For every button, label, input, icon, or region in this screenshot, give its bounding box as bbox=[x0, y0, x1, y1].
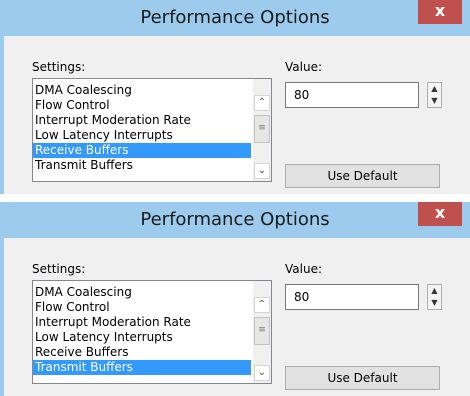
use-default-button[interactable]: Use Default bbox=[285, 164, 440, 188]
list-item[interactable]: Low Latency Interrupts bbox=[33, 330, 251, 345]
value-spinner[interactable]: ▲ ▼ bbox=[427, 284, 442, 310]
list-item-selected[interactable]: Transmit Buffers bbox=[33, 360, 251, 375]
value-text: 80 bbox=[294, 88, 310, 102]
scroll-thumb[interactable]: ≡ bbox=[254, 317, 270, 345]
chevron-up-icon: ⌃ bbox=[257, 97, 267, 108]
list-item[interactable]: Interrupt Moderation Rate bbox=[33, 113, 251, 128]
settings-listbox[interactable]: DMA Coalescing Flow Control Interrupt Mo… bbox=[32, 280, 272, 384]
settings-label: Settings: bbox=[32, 60, 86, 74]
vertical-scrollbar[interactable]: ⌃ ≡ ⌄ bbox=[253, 79, 271, 181]
dialog-body: Settings: Value: DMA Coalescing Flow Con… bbox=[0, 238, 470, 396]
spin-down-icon: ▼ bbox=[431, 298, 438, 307]
value-label: Value: bbox=[285, 262, 322, 276]
chevron-down-icon: ⌄ bbox=[257, 165, 267, 176]
list-item[interactable]: Interrupt Moderation Rate bbox=[33, 315, 251, 330]
chevron-down-icon: ⌄ bbox=[257, 367, 267, 378]
scroll-down-button[interactable]: ⌄ bbox=[254, 365, 270, 381]
spin-up-button[interactable]: ▲ bbox=[428, 83, 441, 95]
value-text: 80 bbox=[294, 290, 310, 304]
dialog-separator bbox=[0, 194, 470, 202]
spin-down-button[interactable]: ▼ bbox=[428, 95, 441, 107]
close-button[interactable]: x bbox=[418, 202, 462, 226]
window-frame-left bbox=[0, 36, 4, 194]
list-item-selected[interactable]: Receive Buffers bbox=[33, 143, 251, 158]
list-item[interactable]: Low Latency Interrupts bbox=[33, 128, 251, 143]
list-item[interactable]: Flow Control bbox=[33, 98, 251, 113]
scroll-thumb[interactable]: ≡ bbox=[254, 115, 270, 143]
spin-up-icon: ▲ bbox=[431, 84, 438, 93]
value-label: Value: bbox=[285, 60, 322, 74]
settings-listbox[interactable]: DMA Coalescing Flow Control Interrupt Mo… bbox=[32, 78, 272, 182]
settings-list: DMA Coalescing Flow Control Interrupt Mo… bbox=[33, 285, 251, 375]
spin-down-icon: ▼ bbox=[431, 96, 438, 105]
title-bar[interactable]: Performance Options x bbox=[0, 202, 470, 238]
scroll-down-button[interactable]: ⌄ bbox=[254, 163, 270, 179]
grip-icon: ≡ bbox=[258, 123, 266, 133]
list-item[interactable]: DMA Coalescing bbox=[33, 285, 251, 300]
scroll-up-button[interactable]: ⌃ bbox=[254, 297, 270, 313]
vertical-scrollbar[interactable]: ⌃ ≡ ⌄ bbox=[253, 281, 271, 383]
settings-label: Settings: bbox=[32, 262, 86, 276]
dialog-title: Performance Options bbox=[140, 209, 330, 230]
list-item[interactable]: Flow Control bbox=[33, 300, 251, 315]
list-item[interactable]: DMA Coalescing bbox=[33, 83, 251, 98]
close-icon: x bbox=[434, 1, 446, 20]
settings-list: DMA Coalescing Flow Control Interrupt Mo… bbox=[33, 83, 251, 173]
value-field[interactable]: 80 bbox=[285, 284, 419, 310]
dialog-body: Settings: Value: DMA Coalescing Flow Con… bbox=[0, 36, 470, 194]
close-button[interactable]: x bbox=[418, 0, 462, 24]
dialog-title: Performance Options bbox=[140, 7, 330, 28]
performance-options-dialog-1: Performance Options x Settings: Value: D… bbox=[0, 0, 470, 194]
grip-icon: ≡ bbox=[258, 325, 266, 335]
list-item[interactable]: Receive Buffers bbox=[33, 345, 251, 360]
spin-down-button[interactable]: ▼ bbox=[428, 297, 441, 309]
chevron-up-icon: ⌃ bbox=[257, 299, 267, 310]
use-default-button[interactable]: Use Default bbox=[285, 366, 440, 390]
spin-up-icon: ▲ bbox=[431, 286, 438, 295]
scroll-up-button[interactable]: ⌃ bbox=[254, 95, 270, 111]
close-icon: x bbox=[434, 203, 446, 222]
window-frame-left bbox=[0, 238, 4, 396]
value-spinner[interactable]: ▲ ▼ bbox=[427, 82, 442, 108]
list-item[interactable]: Transmit Buffers bbox=[33, 158, 251, 173]
spin-up-button[interactable]: ▲ bbox=[428, 285, 441, 297]
title-bar[interactable]: Performance Options x bbox=[0, 0, 470, 36]
performance-options-dialog-2: Performance Options x Settings: Value: D… bbox=[0, 202, 470, 396]
value-field[interactable]: 80 bbox=[285, 82, 419, 108]
